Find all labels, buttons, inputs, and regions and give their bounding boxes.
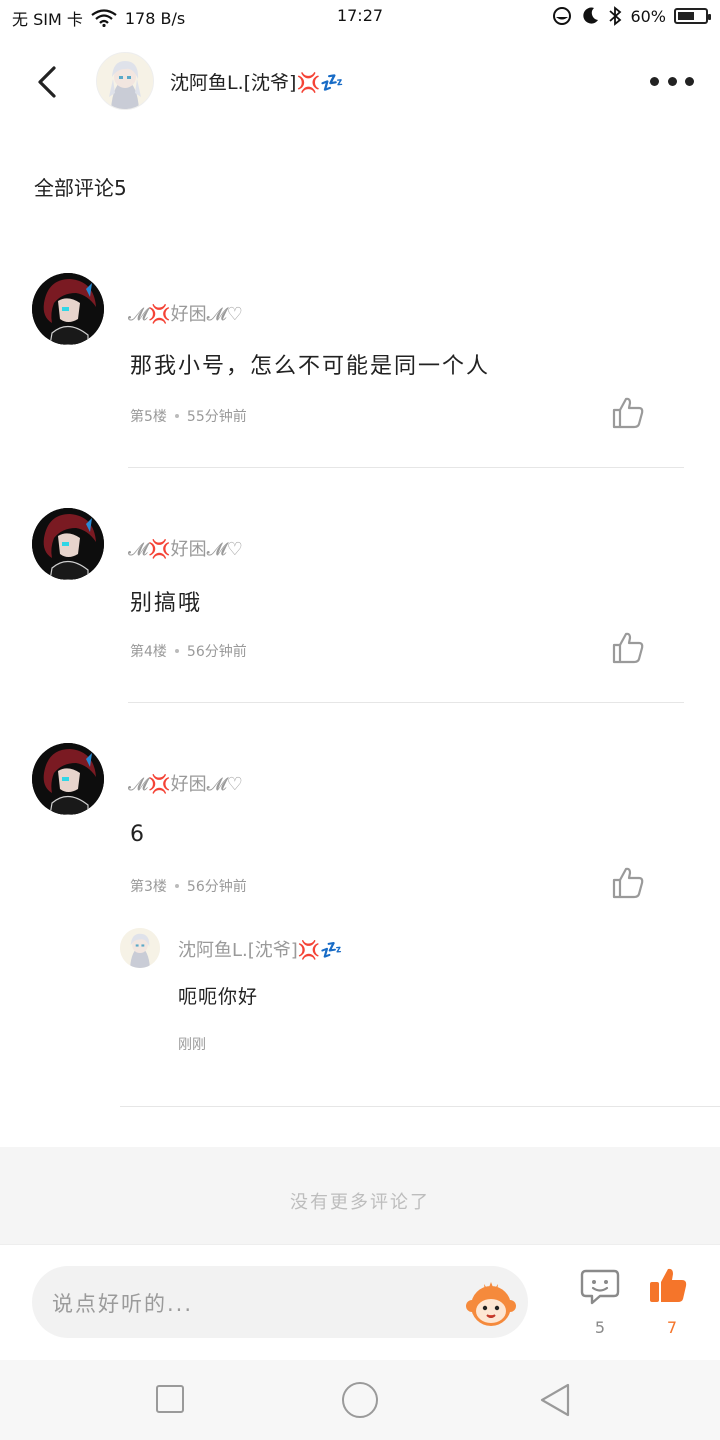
anime-avatar-image	[97, 53, 153, 109]
more-dot	[650, 76, 659, 86]
all-comments-title: 全部评论5	[34, 176, 127, 200]
anime-avatar-image	[120, 928, 160, 968]
comment-avatar[interactable]	[32, 743, 104, 815]
comment-meta: 第3楼 56分钟前	[130, 876, 247, 896]
like-count: 7	[666, 1318, 678, 1337]
header-username[interactable]: 沈阿鱼L.[沈爷]💢💤	[170, 68, 344, 95]
comment-meta: 第5楼 55分钟前	[130, 406, 247, 426]
comment-time: 56分钟前	[186, 644, 247, 660]
red-hair-avatar-image	[32, 508, 104, 580]
separator-dot	[174, 648, 179, 653]
bluetooth-icon	[609, 6, 622, 26]
red-hair-avatar-image	[32, 743, 104, 815]
comment-count: 5	[594, 1318, 606, 1337]
comment-username[interactable]: 𝓜💢好困𝓜♡	[128, 770, 243, 796]
more-dot	[667, 76, 677, 86]
nav-back-icon[interactable]	[538, 1382, 572, 1418]
thumbs-up-icon[interactable]	[610, 396, 646, 430]
reply-text: 呃呃你好	[178, 986, 259, 1008]
monkey-emoji-icon[interactable]	[464, 1278, 518, 1328]
comment-time: 56分钟前	[186, 879, 247, 895]
comment-bubble-icon[interactable]	[580, 1268, 620, 1306]
recent-apps-icon[interactable]	[156, 1385, 184, 1413]
comment-time: 55分钟前	[186, 409, 247, 425]
separator-dot	[174, 883, 179, 888]
eye-comfort-icon	[553, 7, 572, 25]
reply-time: 刚刚	[178, 1037, 206, 1053]
no-more-comments-text: 没有更多评论了	[290, 1192, 430, 1213]
comment-floor: 第4楼	[130, 644, 167, 660]
more-options-icon[interactable]	[650, 74, 694, 88]
comment-text: 那我小号，怎么不可能是同一个人	[130, 354, 491, 379]
comment-meta: 第4楼 56分钟前	[130, 641, 247, 661]
status-right: 60%	[552, 6, 711, 26]
separator-dot	[174, 413, 179, 418]
battery-text: 60%	[630, 6, 666, 26]
comment-divider	[128, 702, 684, 703]
battery-icon	[674, 8, 711, 24]
comment-divider	[128, 467, 684, 468]
thumbs-up-icon[interactable]	[610, 866, 646, 900]
comment-input-placeholder: 说点好听的...	[52, 1292, 194, 1316]
red-hair-avatar-image	[32, 273, 104, 345]
battery-fill	[678, 12, 694, 20]
header-avatar[interactable]	[96, 52, 154, 110]
status-bar: 无 SIM 卡 178 B/s 17:27 60%	[0, 0, 720, 36]
reply-username[interactable]: 沈阿鱼L.[沈爷]💢💤	[178, 936, 343, 962]
comment-username[interactable]: 𝓜💢好困𝓜♡	[128, 535, 243, 561]
comment-avatar[interactable]	[32, 273, 104, 345]
thumbs-up-filled-icon[interactable]	[648, 1266, 688, 1306]
reply-divider	[120, 1106, 720, 1107]
comment-username[interactable]: 𝓜💢好困𝓜♡	[128, 300, 243, 326]
comment-text: 6	[130, 822, 146, 847]
thumbs-up-icon[interactable]	[610, 631, 646, 665]
comment-avatar[interactable]	[32, 508, 104, 580]
more-dot	[685, 76, 694, 86]
moon-icon	[583, 7, 599, 24]
comment-text: 别搞哦	[130, 591, 203, 616]
comment-floor: 第3楼	[130, 879, 167, 895]
home-icon[interactable]	[342, 1382, 378, 1418]
back-arrow-icon[interactable]	[30, 62, 66, 102]
reply-avatar[interactable]	[120, 928, 160, 968]
comment-floor: 第5楼	[130, 409, 167, 425]
